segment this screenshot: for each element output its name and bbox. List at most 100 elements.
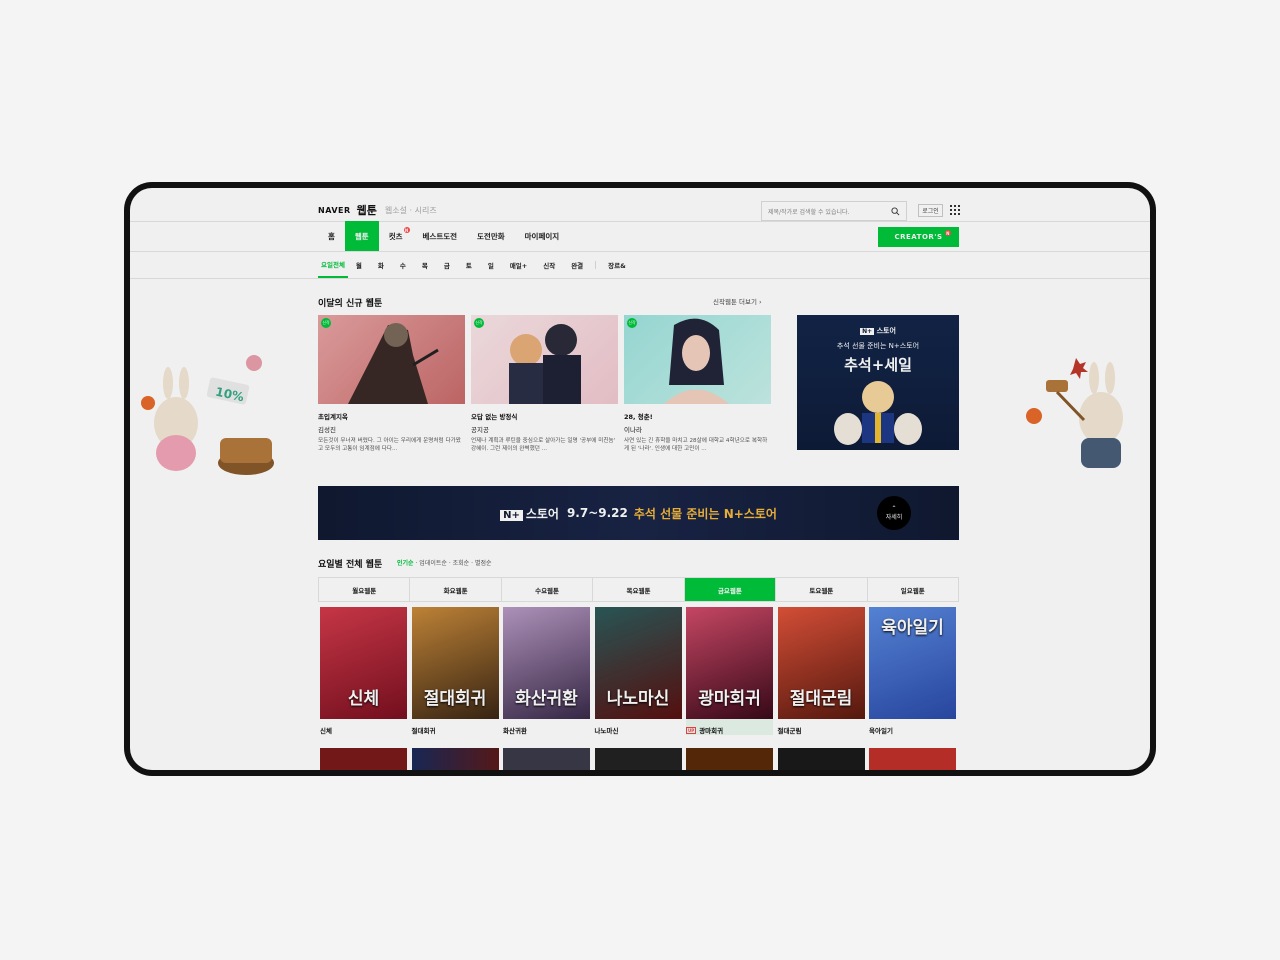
subnav-thu[interactable]: 목 [414,252,436,278]
banner-date: 9.7~9.22 [566,506,628,520]
webtoon-cover[interactable] [686,748,773,770]
search-placeholder: 제목/작가로 검색할 수 있습니다. [768,208,850,216]
nav-mypage[interactable]: 마이페이지 [515,221,570,251]
webtoon-description: 사연 있는 긴 휴학을 마치고 28살에 대학교 4학년으로 복학하게 된 '나… [624,438,768,453]
webtoon-item[interactable]: 광마회귀 UP 광마회귀 [686,607,773,735]
tab-wednesday[interactable]: 수요웹툰 [502,578,594,601]
webtoon-cover[interactable]: 신체 [320,607,407,719]
tab-saturday[interactable]: 토요웹툰 [776,578,868,601]
webtoon-name[interactable]: 신체 [320,725,407,735]
subnav-wed[interactable]: 수 [392,252,414,278]
webtoon-cover[interactable]: 절대군림 [777,607,865,719]
cover-title-art: 광마회귀 [698,689,761,709]
webtoon-cover[interactable] [594,748,682,770]
webtoon-name[interactable]: 나노마신 [595,725,682,735]
nav-webtoon[interactable]: 웹툰 [344,221,379,251]
webtoon-title[interactable]: 오답 없는 방정식 [471,411,618,421]
banner-brand-label: 스토어 [525,506,559,521]
tab-tuesday[interactable]: 화요웹툰 [410,578,502,601]
webtoon-grid-row-2 [320,748,956,770]
subnav-sun[interactable]: 일 [480,252,502,278]
webtoon-description: 모든것이 무너져 버렸다. 그 아이는 우리에게 운명처럼 다가왔고 모두의 고… [318,438,461,453]
webtoon-cover[interactable] [503,748,590,770]
banner-more-button[interactable]: ⌃ 자세히 [877,496,911,530]
store-promo-ad[interactable]: N+ 스토어 추석 선물 준비는 N+스토어 추석+세일 [797,315,959,450]
tab-thursday[interactable]: 목요웹툰 [593,578,685,601]
subnav-completed[interactable]: 완결 [563,252,591,278]
new-badge: N [403,227,410,233]
webtoon-item[interactable]: 절대군림 절대군림 [777,607,865,735]
new-webtoon-card[interactable]: 신작 초입계지옥 김성진 모든것이 무너져 버렸다. 그 아이는 우리에게 운명… [318,315,465,453]
webtoon-name-row[interactable]: UP 광마회귀 [686,725,773,735]
subnav-fri[interactable]: 금 [436,252,458,278]
webtoon-cover[interactable]: 나노마신 [594,607,682,719]
webtoon-cover[interactable] [869,748,956,770]
naver-logo[interactable]: NAVER [318,206,351,215]
new-webtoon-card[interactable]: 신작 28, 청춘! 이나라 사연 있는 긴 휴학을 마치고 28살에 대학교 … [624,315,771,453]
store-event-banner[interactable]: N+ 스토어 9.7~9.22 추석 선물 준비는 N+스토어 ⌃ 자세히 [318,486,959,540]
webtoon-cover[interactable]: 화산귀환 [503,607,590,719]
subnav-all-days[interactable]: 요일전체 [318,252,348,278]
webtoon-cover[interactable]: 육아일기 [869,607,956,719]
subnav-mon[interactable]: 월 [348,252,370,278]
weekday-tabs: 월요웹툰 화요웹툰 수요웹툰 목요웹툰 금요웹툰 토요웹툰 일요웹툰 [318,577,959,602]
webtoon-author[interactable]: 공지공 [471,424,618,434]
webtoon-thumbnail[interactable]: 신작 [471,315,618,404]
device-frame: NAVER 웹툰 웹소설 · 시리즈 제목/작가로 검색할 수 있습니다. 로그… [124,182,1156,776]
subnav-daily-plus[interactable]: 매일+ [502,252,535,278]
webtoon-cover[interactable]: 광마회귀 [686,607,773,719]
cover-title-art: 나노마신 [606,689,670,709]
nav-home[interactable]: 홈 [318,221,345,251]
subnav-tue[interactable]: 화 [370,252,392,278]
browser-screen: NAVER 웹툰 웹소설 · 시리즈 제목/작가로 검색할 수 있습니다. 로그… [130,188,1150,770]
webtoon-name[interactable]: 절대회귀 [412,725,499,735]
webtoon-item[interactable]: 신체 신체 [320,607,407,735]
search-icon[interactable] [891,206,900,216]
new-webtoons-more-link[interactable]: 신작웹툰 더보기 › [713,296,762,306]
tab-friday[interactable]: 금요웹툰 [684,578,777,601]
subnav-genre[interactable]: 장르& [600,252,634,278]
tab-monday[interactable]: 월요웹툰 [319,578,411,601]
webtoon-grid: 신체 신체 절대회귀 절대회귀 화산귀환 화산귀환 나노마신 나노마신 광마회귀… [320,607,959,735]
webtoon-author[interactable]: 김성진 [318,424,465,434]
webtoon-name[interactable]: 화산귀환 [503,725,590,735]
nav-challenge[interactable]: 도전만화 [467,221,515,251]
service-links[interactable]: 웹소설 · 시리즈 [385,205,437,216]
sort-popular[interactable]: 인기순 [397,560,414,567]
weekly-webtoons-title: 요일별 전체 웹툰 [318,560,383,570]
webtoon-title[interactable]: 초입계지옥 [318,411,465,421]
webtoon-item[interactable]: 화산귀환 화산귀환 [503,607,590,735]
login-button[interactable]: 로그인 [918,204,943,217]
webtoon-cover[interactable]: 절대회귀 [411,607,499,719]
webtoon-title[interactable]: 28, 청춘! [624,411,771,421]
creators-button[interactable]: CREATOR'S N [878,227,959,247]
sort-updated[interactable]: 업데이트순 [419,560,447,567]
webtoon-thumbnail[interactable]: 신작 [318,315,465,404]
webtoon-item[interactable]: 절대회귀 절대회귀 [411,607,499,735]
sort-views[interactable]: 조회순 [453,560,470,567]
webtoon-logo[interactable]: 웹툰 [357,202,377,218]
apps-grid-icon[interactable] [950,205,960,215]
webtoon-cover[interactable] [411,748,499,770]
sort-rating[interactable]: 별점순 [475,560,492,567]
subnav-sat[interactable]: 토 [458,252,480,278]
divider [130,278,1150,279]
nav-cuts[interactable]: 컷츠 N [379,221,413,251]
webtoon-cover[interactable] [777,748,865,770]
new-webtoon-card[interactable]: 신작 오답 없는 방정식 공지공 언제나 계획과 루틴을 중심으로 살아가는 일… [471,315,618,453]
nav-cuts-label: 컷츠 [388,231,403,241]
search-input[interactable]: 제목/작가로 검색할 수 있습니다. [761,201,907,221]
webtoon-cover[interactable] [320,748,407,770]
tab-sunday[interactable]: 일요웹툰 [868,578,958,601]
webtoon-name[interactable]: 절대군림 [778,725,865,735]
subnav-new[interactable]: 신작 [535,252,563,278]
webtoon-item[interactable]: 육아일기 육아일기 [869,607,956,735]
webtoon-name[interactable]: 육아일기 [869,725,956,735]
banner-text: 추석 선물 준비는 N+스토어 [633,506,777,521]
webtoon-item[interactable]: 나노마신 나노마신 [594,607,682,735]
webtoon-thumbnail[interactable]: 신작 [624,315,771,404]
chevron-up-icon: ⌃ [891,505,897,512]
creators-label: CREATOR'S [894,233,943,241]
webtoon-author[interactable]: 이나라 [624,424,771,434]
nav-best-challenge[interactable]: 베스트도전 [413,221,468,251]
